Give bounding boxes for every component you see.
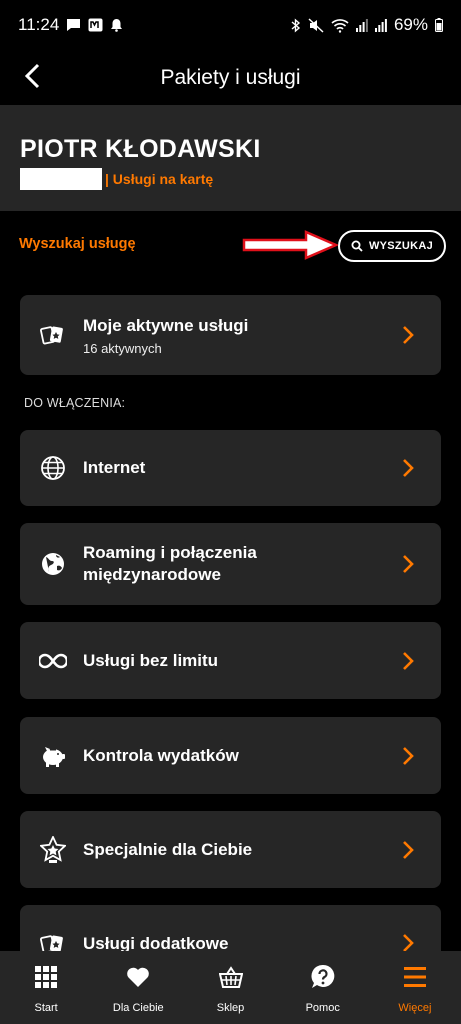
- profile-header: PIOTR KŁODAWSKI | Usługi na kartę: [0, 105, 461, 211]
- nav-label: Pomoc: [305, 1002, 340, 1014]
- piggy-bank-icon: [39, 742, 67, 770]
- back-button[interactable]: [14, 58, 50, 94]
- bottom-navigation: Start Dla Ciebie Sklep Pomoc Więcej: [0, 951, 461, 1024]
- app-bar: Pakiety i usługi: [0, 50, 461, 105]
- active-services-text: Moje aktywne usługi 16 aktywnych: [83, 315, 391, 356]
- active-services-title: Moje aktywne usługi: [83, 316, 249, 335]
- chevron-right-icon: [403, 651, 414, 670]
- nav-item-help[interactable]: Pomoc: [277, 951, 369, 1024]
- app-notification-icon: [88, 18, 103, 32]
- service-card-roaming[interactable]: Roaming i połączenia międzynarodowe: [20, 523, 441, 605]
- service-text: Internet: [83, 457, 391, 479]
- page-title: Pakiety i usługi: [160, 65, 301, 89]
- search-button[interactable]: WYSZUKAJ: [338, 230, 446, 262]
- plan-label: | Usługi na kartę: [105, 171, 214, 187]
- globe-icon: [39, 454, 67, 482]
- wifi-icon: [331, 18, 349, 33]
- search-label: Wyszukaj usługę: [19, 236, 136, 252]
- basket-icon: [218, 964, 243, 990]
- service-card-special[interactable]: Specjalnie dla Ciebie: [20, 811, 441, 888]
- nav-item-more[interactable]: Więcej: [369, 951, 461, 1024]
- message-icon: [66, 18, 81, 32]
- nav-label: Dla Ciebie: [112, 1002, 164, 1014]
- earth-icon: [39, 550, 67, 578]
- search-row: Wyszukaj usługę WYSZUKAJ: [0, 226, 461, 266]
- profile-name: PIOTR KŁODAWSKI: [20, 135, 261, 163]
- service-label: Kontrola wydatków: [83, 746, 239, 765]
- bell-icon: [110, 18, 123, 32]
- heart-icon: [126, 964, 150, 990]
- service-text: Kontrola wydatków: [83, 745, 391, 767]
- nav-label: Więcej: [398, 1002, 432, 1014]
- help-bubble-icon: [310, 964, 336, 990]
- active-services-card[interactable]: Moje aktywne usługi 16 aktywnych: [20, 295, 441, 375]
- nav-item-start[interactable]: Start: [0, 951, 92, 1024]
- service-label: Roaming i połączenia międzynarodowe: [83, 543, 257, 584]
- status-left: 11:24: [18, 15, 123, 35]
- signal-icon-1: [355, 18, 368, 32]
- service-label: Internet: [83, 458, 146, 477]
- chevron-right-icon: [403, 934, 414, 952]
- mute-icon: [308, 17, 324, 33]
- nav-item-shop[interactable]: Sklep: [184, 951, 276, 1024]
- chevron-right-icon: [403, 326, 414, 344]
- battery-percent: 69%: [393, 15, 428, 34]
- status-bar: 11:24 69%: [0, 0, 461, 50]
- service-label: Specjalnie dla Ciebie: [83, 840, 253, 859]
- nav-label: Start: [34, 1002, 58, 1014]
- battery-icon: [435, 18, 443, 32]
- star-badge-icon: [39, 836, 67, 864]
- back-arrow-icon: [24, 63, 40, 89]
- service-label: Usługi bez limitu: [83, 651, 219, 670]
- service-text: Specjalnie dla Ciebie: [83, 839, 391, 861]
- menu-icon: [403, 964, 426, 990]
- signal-icon-2: [374, 18, 387, 32]
- search-icon: [351, 240, 363, 252]
- service-text: Roaming i połączenia międzynarodowe: [83, 542, 391, 586]
- cards-icon: [39, 321, 67, 349]
- service-card-unlimited[interactable]: Usługi bez limitu: [20, 622, 441, 699]
- nav-label: Sklep: [216, 1002, 245, 1014]
- service-card-internet[interactable]: Internet: [20, 430, 441, 506]
- chevron-right-icon: [403, 555, 414, 573]
- status-time: 11:24: [18, 15, 60, 34]
- chevron-right-icon: [403, 746, 414, 765]
- annotation-arrow-icon: [242, 230, 338, 260]
- service-text: Usługi bez limitu: [83, 650, 391, 672]
- search-button-label: WYSZUKAJ: [368, 240, 434, 252]
- bluetooth-icon: [291, 17, 301, 33]
- grid-icon: [35, 964, 58, 990]
- nav-item-for-you[interactable]: Dla Ciebie: [92, 951, 184, 1024]
- infinity-icon: [39, 647, 67, 675]
- active-services-count: 16 aktywnych: [83, 341, 162, 356]
- chevron-right-icon: [403, 840, 414, 859]
- redacted-phone-number: [20, 168, 102, 190]
- service-card-spending-control[interactable]: Kontrola wydatków: [20, 717, 441, 794]
- profile-subline: | Usługi na kartę: [20, 168, 441, 190]
- status-right: 69%: [291, 15, 443, 35]
- chevron-right-icon: [403, 459, 414, 477]
- section-label: DO WŁĄCZENIA:: [24, 396, 126, 410]
